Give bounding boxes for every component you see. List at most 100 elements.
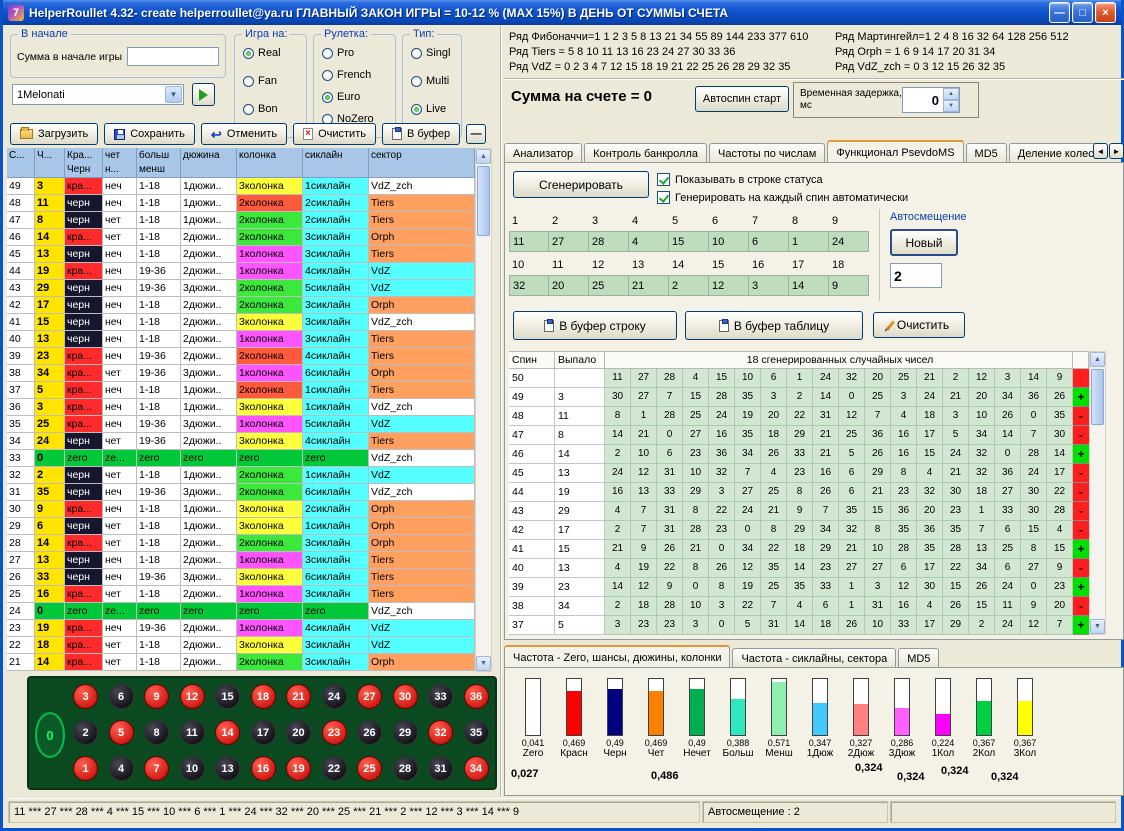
- spins-row[interactable]: 40134192282612351423272761722346279-: [509, 559, 1089, 578]
- board-number-13[interactable]: 13: [215, 756, 240, 781]
- history-row[interactable]: 3525кра...неч19-363дюжи..1колонка5сиклай…: [7, 416, 475, 433]
- spins-row[interactable]: 4419161333293272582662123323018273022-: [509, 483, 1089, 502]
- copy-buffer-button[interactable]: В буфер: [382, 123, 460, 145]
- maximize-button[interactable]: □: [1072, 2, 1093, 23]
- clear-generator-button[interactable]: Очистить: [873, 312, 965, 338]
- history-row[interactable]: 493кра...неч1-181дюжи..3колонка1сиклайнV…: [7, 178, 475, 195]
- board-number-7[interactable]: 7: [144, 756, 169, 781]
- radio-wheel-french[interactable]: French: [322, 69, 371, 81]
- board-number-8[interactable]: 8: [144, 720, 169, 745]
- collapse-button[interactable]: —: [466, 124, 486, 144]
- history-row[interactable]: 4217черннеч1-182дюжи..2колонка3сиклайнOr…: [7, 297, 475, 314]
- history-row[interactable]: 240zeroze...zerozerozerozeroVdZ_zch: [7, 603, 475, 620]
- history-row[interactable]: 4329черннеч19-363дюжи..2колонка5сиклайнV…: [7, 280, 475, 297]
- close-button[interactable]: ×: [1095, 2, 1116, 23]
- history-row[interactable]: 3135черннеч19-363дюжи..2колонка6сиклайнV…: [7, 484, 475, 501]
- history-row[interactable]: 2218кра...чет1-182дюжи..3колонка3сиклайн…: [7, 637, 475, 654]
- radio-type-multi[interactable]: Multi: [411, 75, 449, 87]
- undo-button[interactable]: ↩Отменить: [201, 123, 287, 145]
- history-row[interactable]: 4419кра...неч19-362дюжи..1колонка4сиклай…: [7, 263, 475, 280]
- spins-row[interactable]: 461421062336342633215261615243202814+: [509, 445, 1089, 464]
- radio-game-bon[interactable]: Bon: [243, 103, 278, 115]
- spins-row[interactable]: 478142102716351829212536161753414730-: [509, 426, 1089, 445]
- board-number-21[interactable]: 21: [286, 684, 311, 709]
- history-row[interactable]: 2319кра...неч19-362дюжи..1колонка4сиклай…: [7, 620, 475, 637]
- minimize-button[interactable]: —: [1049, 2, 1070, 23]
- spins-row[interactable]: 45132412311032742316629842132362417-: [509, 464, 1089, 483]
- tab-0[interactable]: Анализатор: [504, 143, 582, 163]
- load-button[interactable]: Загрузить: [10, 123, 98, 145]
- spins-row[interactable]: 3923141290819253533131230152624023+: [509, 578, 1089, 597]
- board-number-10[interactable]: 10: [180, 756, 205, 781]
- board-number-35[interactable]: 35: [464, 720, 489, 745]
- board-number-6[interactable]: 6: [109, 684, 134, 709]
- board-number-31[interactable]: 31: [428, 756, 453, 781]
- auto-generate-checkbox[interactable]: Генерировать на каждый спин автоматическ…: [657, 191, 908, 204]
- history-row[interactable]: 2114кра...чет1-182дюжи..2колонка3сиклайн…: [7, 654, 475, 671]
- board-number-4[interactable]: 4: [109, 756, 134, 781]
- freq-tab-1[interactable]: Частота - сиклайны, сектора: [732, 648, 896, 668]
- spinner-down-icon[interactable]: ▼: [943, 100, 959, 112]
- spins-row[interactable]: 50112728415106124322025212123149: [509, 369, 1089, 388]
- history-row[interactable]: 363кра...неч1-181дюжи..3колонка1сиклайнV…: [7, 399, 475, 416]
- spins-row[interactable]: 4329473182224219735153620231333028-: [509, 502, 1089, 521]
- history-row[interactable]: 4115черннеч1-182дюжи..3колонка3сиклайнVd…: [7, 314, 475, 331]
- history-row[interactable]: 2713черннеч1-182дюжи..1колонка3сиклайнTi…: [7, 552, 475, 569]
- status-line-checkbox[interactable]: Показывать в строке статуса: [657, 173, 823, 186]
- chevron-down-icon[interactable]: ▼: [165, 86, 182, 103]
- board-number-15[interactable]: 15: [215, 684, 240, 709]
- board-number-25[interactable]: 25: [357, 756, 382, 781]
- scroll-down-icon[interactable]: ▼: [476, 656, 491, 671]
- spinner-up-icon[interactable]: ▲: [943, 88, 959, 100]
- board-number-14[interactable]: 14: [215, 720, 240, 745]
- generate-button[interactable]: Сгенерировать: [513, 171, 649, 198]
- history-row[interactable]: 478чернчет1-181дюжи..2колонка2сиклайнTie…: [7, 212, 475, 229]
- scroll-up-icon[interactable]: ▲: [1090, 352, 1105, 367]
- history-row[interactable]: 4013черннеч1-182дюжи..1колонка3сиклайнTi…: [7, 331, 475, 348]
- history-row[interactable]: 375кра...неч1-181дюжи..2колонка1сиклайнT…: [7, 382, 475, 399]
- save-button[interactable]: Сохранить: [104, 123, 195, 145]
- copy-table-button[interactable]: В буфер таблицу: [685, 311, 863, 340]
- board-number-2[interactable]: 2: [73, 720, 98, 745]
- tab-3[interactable]: Функционал PsevdoMS: [827, 140, 963, 163]
- board-number-32[interactable]: 32: [428, 720, 453, 745]
- board-number-5[interactable]: 5: [109, 720, 134, 745]
- spins-row[interactable]: 42172731282308293432835363576154-: [509, 521, 1089, 540]
- delay-spinner[interactable]: 0 ▲ ▼: [902, 87, 960, 113]
- history-row[interactable]: 3923кра...неч19-362дюжи..2колонка4сиклай…: [7, 348, 475, 365]
- clear-button[interactable]: Очистить: [293, 123, 376, 145]
- board-number-16[interactable]: 16: [251, 756, 276, 781]
- offset-input[interactable]: [890, 263, 942, 288]
- radio-type-live[interactable]: Live: [411, 103, 446, 115]
- board-number-23[interactable]: 23: [322, 720, 347, 745]
- board-number-17[interactable]: 17: [251, 720, 276, 745]
- copy-row-button[interactable]: В буфер строку: [513, 311, 677, 340]
- history-scrollbar-thumb[interactable]: [477, 166, 490, 236]
- history-row[interactable]: 4513черннеч1-182дюжи..1колонка3сиклайнTi…: [7, 246, 475, 263]
- tab-2[interactable]: Частоты по числам: [709, 143, 825, 163]
- history-row[interactable]: 3424чернчет19-362дюжи..3колонка4сиклайнT…: [7, 433, 475, 450]
- board-number-18[interactable]: 18: [251, 684, 276, 709]
- history-row[interactable]: 330zeroze...zerozerozerozeroVdZ_zch: [7, 450, 475, 467]
- board-number-19[interactable]: 19: [286, 756, 311, 781]
- play-button[interactable]: [192, 83, 215, 106]
- start-sum-input[interactable]: [127, 47, 219, 66]
- history-row[interactable]: 4811черннеч1-181дюжи..2колонка2сиклайнTi…: [7, 195, 475, 212]
- tab-scroll-left-icon[interactable]: ◄: [1093, 143, 1108, 159]
- history-row[interactable]: 309кра...неч1-181дюжи..3колонка2сиклайнO…: [7, 501, 475, 518]
- tab-1[interactable]: Контроль банкролла: [584, 143, 707, 163]
- scroll-down-icon[interactable]: ▼: [1090, 619, 1105, 634]
- board-number-0[interactable]: 0: [35, 712, 65, 758]
- profile-combobox[interactable]: 1Melonati ▼: [12, 84, 184, 105]
- spins-row[interactable]: 4115219262103422182921102835281325815+: [509, 540, 1089, 559]
- board-number-1[interactable]: 1: [73, 756, 98, 781]
- spins-row[interactable]: 375323233053114182610331729224127+: [509, 616, 1089, 635]
- radio-game-fan[interactable]: Fan: [243, 75, 277, 87]
- board-number-22[interactable]: 22: [322, 756, 347, 781]
- board-number-34[interactable]: 34: [464, 756, 489, 781]
- tab-4[interactable]: MD5: [966, 143, 1007, 163]
- board-number-36[interactable]: 36: [464, 684, 489, 709]
- radio-wheel-pro[interactable]: Pro: [322, 47, 354, 59]
- tab-scroll-right-icon[interactable]: ►: [1109, 143, 1124, 159]
- freq-tab-0[interactable]: Частота - Zero, шансы, дюжины, колонки: [504, 645, 730, 668]
